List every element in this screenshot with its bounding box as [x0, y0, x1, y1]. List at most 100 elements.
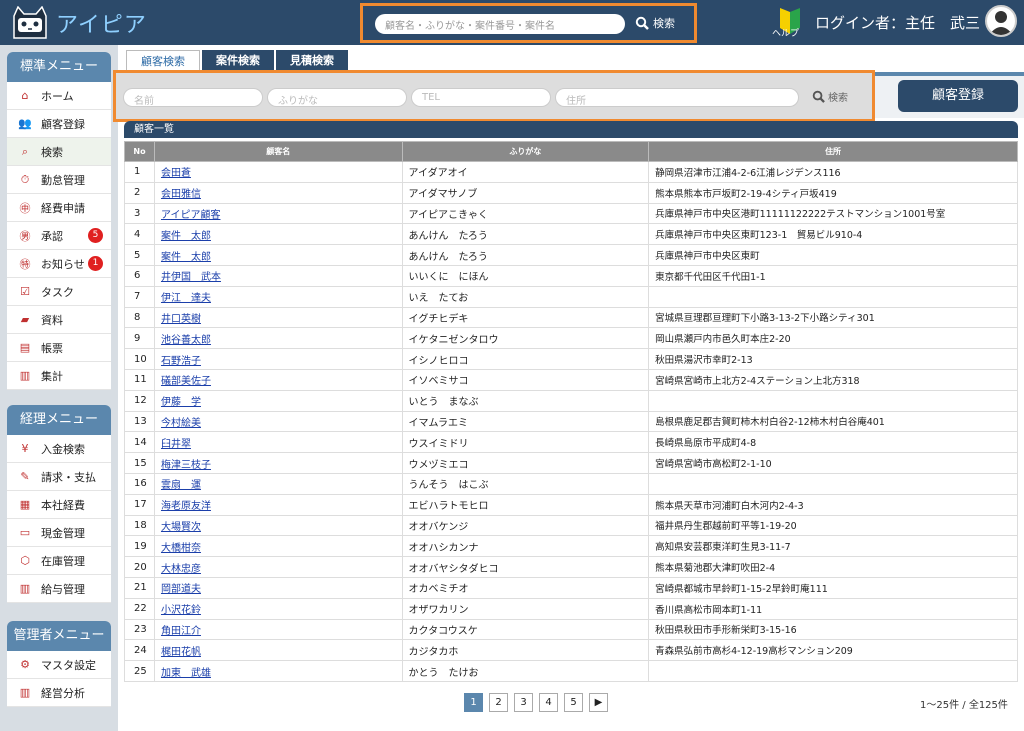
customer-name-link[interactable]: 案件 太郎 — [153, 244, 403, 266]
customer-name-link[interactable]: 海老原友洋 — [153, 493, 403, 516]
sidebar-item-master-settings[interactable]: ⚙ マスタ設定 — [7, 651, 111, 679]
help-beginner-icon[interactable]: ヘルプ — [772, 6, 808, 38]
sidebar-item-deposit-search[interactable]: ¥ 入金検索 — [7, 435, 111, 463]
table-row: 9 池谷善太郎 イケタニゼンタロウ 岡山県瀬戸内市邑久町本庄2-20 — [124, 327, 1018, 350]
customer-name-link[interactable]: 井口英樹 — [153, 306, 403, 329]
column-header-name[interactable]: 顧客名 — [153, 141, 403, 162]
sidebar-item-materials[interactable]: ▰ 資料 — [7, 306, 111, 334]
kana-input[interactable]: ふりがな — [267, 88, 407, 107]
global-search-input[interactable]: 顧客名・ふりがな・案件番号・案件名 — [375, 14, 625, 34]
sidebar-item-label: 経費申請 — [41, 201, 85, 215]
sidebar-item-notice[interactable]: ㊕お知らせ 1 — [7, 250, 111, 278]
customer-name-link[interactable]: 角田江介 — [153, 618, 403, 641]
global-search-button[interactable]: 検索 — [635, 15, 675, 31]
customer-name-link[interactable]: 小沢花鈴 — [153, 597, 403, 620]
row-number: 10 — [124, 348, 155, 370]
customer-address: 長崎県島原市平成町4-8 — [648, 431, 1018, 454]
admin-menu: 管理者メニュー ⚙ マスタ設定 ▥ 経営分析 — [7, 621, 111, 707]
sidebar-item-home[interactable]: ⌂ ホーム — [7, 82, 111, 110]
global-search: 顧客名・ふりがな・案件番号・案件名 検索 — [360, 3, 697, 43]
customer-name-link[interactable]: 案件 太郎 — [153, 223, 403, 246]
sidebar-item-forms[interactable]: ▤ 帳票 — [7, 334, 111, 362]
column-header-no[interactable]: No — [124, 141, 155, 162]
page-button-2[interactable]: 2 — [489, 693, 508, 712]
tab-estimate-search[interactable]: 見積検索 — [276, 50, 348, 72]
customer-kana: ウメヅミエコ — [401, 452, 650, 474]
sidebar-item-search[interactable]: ⌕ 検索 — [7, 138, 111, 166]
sidebar-item-label: タスク — [41, 285, 74, 299]
help-label: ヘルプ — [772, 28, 799, 38]
sidebar-item-approval[interactable]: ㊚承認 5 — [7, 222, 111, 250]
sidebar-item-summary[interactable]: ▥ 集計 — [7, 362, 111, 390]
customer-name-link[interactable]: 池谷善太郎 — [153, 327, 403, 350]
customer-name-link[interactable]: 礒部美佐子 — [153, 368, 403, 391]
customer-name-link[interactable]: 井伊国 武本 — [153, 264, 403, 287]
customer-name-link[interactable]: 会田雅信 — [153, 181, 403, 204]
customer-name-link[interactable]: 今村絵美 — [153, 410, 403, 433]
sidebar-item-salary[interactable]: ▥ 給与管理 — [7, 575, 111, 603]
customer-register-button[interactable]: 顧客登録 — [898, 80, 1018, 112]
customer-address: 秋田県秋田市手形新栄町3-15-16 — [648, 618, 1018, 641]
page-button-3[interactable]: 3 — [514, 693, 533, 712]
customer-name-link[interactable]: 伊江 達夫 — [153, 285, 403, 308]
accounting-menu: 経理メニュー ¥ 入金検索 ✎ 請求・支払 ▦ 本社経費 ▭ 現金管理 ⬡ 在庫管理 ▥ 給… — [7, 405, 111, 603]
name-input[interactable]: 名前 — [123, 88, 263, 107]
address-input[interactable]: 住所 — [555, 88, 799, 107]
page-button-5[interactable]: 5 — [564, 693, 583, 712]
customer-name-link[interactable]: アイピア顧客 — [153, 202, 403, 225]
customer-kana: オザワカリン — [401, 597, 650, 620]
sidebar-item-customer-register[interactable]: 👥 顧客登録 — [7, 110, 111, 138]
sidebar-item-analysis[interactable]: ▥ 経営分析 — [7, 679, 111, 707]
customer-name-link[interactable]: 梅津三枝子 — [153, 452, 403, 474]
customer-address — [648, 472, 1018, 495]
column-header-kana[interactable]: ふりがな — [401, 141, 650, 162]
cash-icon: ▭ — [19, 526, 31, 539]
tel-input[interactable]: TEL — [411, 88, 551, 107]
customer-kana: いとう まなぶ — [401, 389, 650, 412]
customer-kana: アイダマサノブ — [401, 181, 650, 204]
sidebar-item-expense[interactable]: ㊥経費申請 — [7, 194, 111, 222]
tab-customer-search[interactable]: 顧客検索 — [126, 50, 200, 72]
customer-search-button[interactable]: 検索 — [812, 89, 848, 104]
sidebar-item-task[interactable]: ☑ タスク — [7, 278, 111, 306]
app-logo[interactable]: アイピア — [10, 6, 147, 40]
customer-kana: イケタニゼンタロウ — [401, 327, 650, 350]
customer-name-link[interactable]: 臼井翠 — [153, 431, 403, 454]
customer-kana: イシノヒロコ — [401, 348, 650, 370]
customer-name-link[interactable]: 大林忠彦 — [153, 556, 403, 578]
table-row: 7 伊江 達夫 いえ たてお — [124, 285, 1018, 308]
sidebar-item-inventory[interactable]: ⬡ 在庫管理 — [7, 547, 111, 575]
sidebar-item-cash[interactable]: ▭ 現金管理 — [7, 519, 111, 547]
user-avatar[interactable] — [985, 5, 1017, 37]
customer-kana: イソベミサコ — [401, 368, 650, 391]
customer-name-link[interactable]: 大場賢次 — [153, 514, 403, 537]
row-number: 19 — [124, 535, 155, 558]
customer-name-link[interactable]: 岡部道夫 — [153, 576, 403, 599]
customer-name-link[interactable]: 伊藤 学 — [153, 389, 403, 412]
customer-table: No 顧客名 ふりがな 住所 1 会田蒼 アイダアオイ 静岡県沼津市江浦4-2-6江浦… — [124, 141, 1018, 682]
customer-name-link[interactable]: 加東 武雄 — [153, 660, 403, 682]
tab-project-search[interactable]: 案件検索 — [202, 50, 274, 72]
customer-name-link[interactable]: 会田蒼 — [153, 161, 403, 183]
page-button-4[interactable]: 4 — [539, 693, 558, 712]
sidebar-item-billing[interactable]: ✎ 請求・支払 — [7, 463, 111, 491]
document-icon: ▤ — [19, 341, 31, 354]
customer-name-link[interactable]: 雲扇 運 — [153, 472, 403, 495]
pagination: 1 2 3 4 5 ▶ — [464, 693, 608, 712]
sidebar-item-label: お知らせ — [41, 257, 85, 271]
customer-name-link[interactable]: 梶田花帆 — [153, 639, 403, 662]
row-number: 3 — [124, 202, 155, 225]
sidebar-item-label: 承認 — [41, 229, 63, 243]
table-row: 17 海老原友洋 エビハラトモヒロ 熊本県天草市河浦町白木河内2-4-3 — [124, 493, 1018, 516]
customer-name-link[interactable]: 石野浩子 — [153, 348, 403, 370]
next-page-button[interactable]: ▶ — [589, 693, 608, 712]
customer-kana: イマムラエミ — [401, 410, 650, 433]
sidebar-item-hq-expense[interactable]: ▦ 本社経費 — [7, 491, 111, 519]
page-button-1[interactable]: 1 — [464, 693, 483, 712]
column-header-address[interactable]: 住所 — [648, 141, 1018, 162]
sidebar-item-label: マスタ設定 — [41, 658, 96, 672]
customer-name-link[interactable]: 大橋柑奈 — [153, 535, 403, 558]
sidebar-item-attendance[interactable]: ⏱ 勤怠管理 — [7, 166, 111, 194]
task-icon: ☑ — [20, 285, 30, 298]
customer-address: 宮城県亘理郡亘理町下小路3-13-2下小路シティ301 — [648, 306, 1018, 329]
